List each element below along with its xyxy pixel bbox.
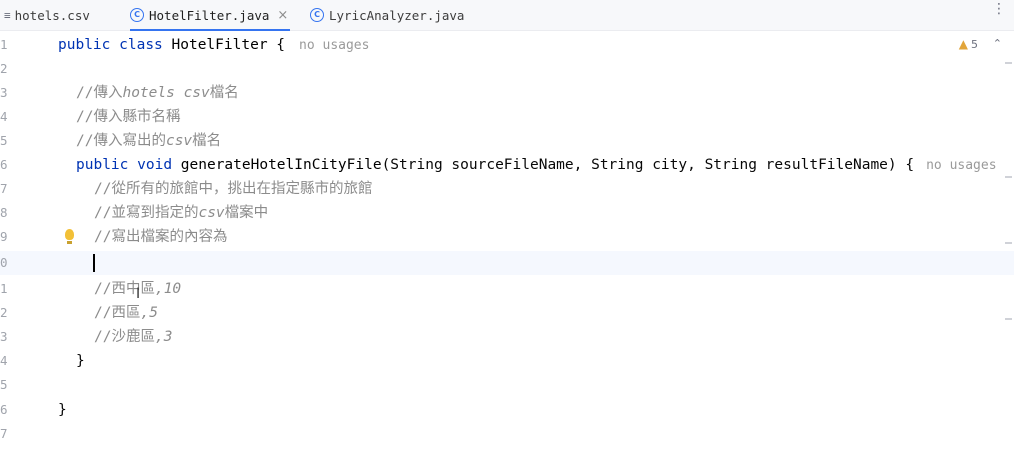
- line-number: 4: [0, 109, 8, 124]
- tab-hotels-csv[interactable]: ≡ hotels.csv: [4, 0, 90, 30]
- method-name: generateHotelInCityFile: [180, 157, 382, 173]
- comment: //從所有的旅館中，挑出在指定縣市的旅館: [94, 181, 373, 197]
- brace: {: [267, 37, 286, 53]
- line-number: 5: [0, 133, 8, 148]
- tab-label: HotelFilter.java: [149, 7, 270, 23]
- code-text: public void generateHotelInCityFile(Stri…: [76, 153, 997, 178]
- line-number: 7: [0, 181, 8, 196]
- code-line: 7 //從所有的旅館中，挑出在指定縣市的旅館: [0, 177, 1014, 201]
- code-line: 7: [0, 422, 1014, 446]
- line-number: 2: [0, 305, 8, 320]
- code-line: 2: [0, 57, 1014, 81]
- comment-text: //傳入寫出的: [76, 133, 166, 149]
- tab-lyricanalyzer-java[interactable]: C LyricAnalyzer.java: [310, 0, 464, 30]
- keyword: void: [137, 157, 173, 173]
- code-line: 4 }: [0, 349, 1014, 373]
- line-number: 3: [0, 329, 8, 344]
- comment-text: ,3: [154, 329, 173, 345]
- code-line: 6 }: [0, 398, 1014, 422]
- line-number: 1: [0, 281, 8, 296]
- comment-text: //西中區: [94, 281, 155, 297]
- tab-label: hotels.csv: [14, 7, 90, 23]
- lightbulb-icon[interactable]: [65, 229, 74, 244]
- code-line: 2 //西區,5: [0, 301, 1014, 325]
- code-line: 8 //並寫到指定的csv檔案中: [0, 201, 1014, 225]
- comment: //傳入寫出的csv檔名: [76, 129, 221, 153]
- code-line: 9 //寫出檔案的內容為: [0, 225, 1014, 249]
- code-line-current[interactable]: 0: [0, 251, 1014, 275]
- comment-text: 檔名: [192, 133, 222, 149]
- line-number: 7: [0, 426, 8, 441]
- usage-hint[interactable]: no usages: [299, 38, 369, 53]
- line-number: 2: [0, 61, 8, 76]
- keyword: public: [58, 37, 111, 53]
- code-line: 4 //傳入縣市名稱: [0, 105, 1014, 129]
- tab-label: LyricAnalyzer.java: [329, 7, 465, 23]
- method-signature: (String sourceFileName, String city, Str…: [381, 157, 915, 173]
- line-number: 5: [0, 377, 8, 392]
- comment-text: csv: [165, 133, 193, 149]
- editor-tab-bar: ≡ hotels.csv C HotelFilter.java × C Lyri…: [0, 0, 1014, 31]
- comment-text: 檔案中: [224, 205, 269, 221]
- line-number: 8: [0, 205, 8, 220]
- class-name: HotelFilter: [171, 37, 268, 53]
- closing-brace: }: [76, 353, 85, 369]
- comment: //傳入hotels csv檔名: [76, 81, 239, 105]
- comment-text: 檔名: [209, 85, 239, 101]
- comment-text: //傳入: [76, 85, 123, 101]
- comment: //並寫到指定的csv檔案中: [94, 201, 268, 225]
- code-text: public class HotelFilter { no usages: [58, 33, 369, 58]
- keyword: class: [119, 37, 163, 53]
- keyword: public: [76, 157, 129, 173]
- line-number: 6: [0, 402, 8, 417]
- tab-hotelfilter-java[interactable]: C HotelFilter.java ×: [130, 0, 291, 31]
- comment-text: //西區: [94, 305, 141, 321]
- close-icon[interactable]: ×: [277, 8, 288, 23]
- line-number: 9: [0, 229, 8, 244]
- java-class-icon: C: [130, 8, 144, 22]
- code-line: 6 public void generateHotelInCityFile(St…: [0, 153, 1014, 177]
- code-line: 3 //沙鹿區,3: [0, 325, 1014, 349]
- usage-hint[interactable]: no usages: [926, 158, 996, 173]
- line-number: 0: [0, 255, 8, 270]
- line-number: 4: [0, 353, 8, 368]
- scroll-marker[interactable]: [1005, 242, 1012, 244]
- comment: //西區,5: [94, 301, 158, 325]
- closing-brace: }: [58, 402, 67, 418]
- comment-text: //並寫到指定的: [94, 205, 199, 221]
- comment: //寫出檔案的內容為: [94, 229, 228, 245]
- comment: //沙鹿區,3: [94, 325, 172, 349]
- comment-text: hotels csv: [122, 85, 210, 101]
- comment-text: //沙鹿區: [94, 329, 155, 345]
- line-number: 3: [0, 85, 8, 100]
- code-line: 3 //傳入hotels csv檔名: [0, 81, 1014, 105]
- comment-text: ,10: [154, 281, 182, 297]
- csv-file-icon: ≡: [4, 8, 11, 22]
- comment-text: csv: [198, 205, 225, 221]
- line-number: 1: [0, 37, 8, 52]
- code-line: 1 //西中區,10 I: [0, 277, 1014, 302]
- java-class-icon: C: [310, 8, 324, 22]
- comment: //傳入縣市名稱: [76, 109, 181, 125]
- scroll-marker[interactable]: [1005, 318, 1012, 320]
- text-caret: [93, 254, 95, 272]
- scroll-marker[interactable]: [1005, 62, 1012, 64]
- code-line: 5 //傳入寫出的csv檔名: [0, 129, 1014, 153]
- comment-text: ,5: [140, 305, 158, 321]
- code-line: 5: [0, 373, 1014, 397]
- more-options-icon[interactable]: ⋮: [992, 2, 1006, 16]
- scroll-marker[interactable]: [1005, 176, 1012, 178]
- code-line: 1 public class HotelFilter { no usages: [0, 33, 1014, 57]
- line-number: 6: [0, 157, 8, 172]
